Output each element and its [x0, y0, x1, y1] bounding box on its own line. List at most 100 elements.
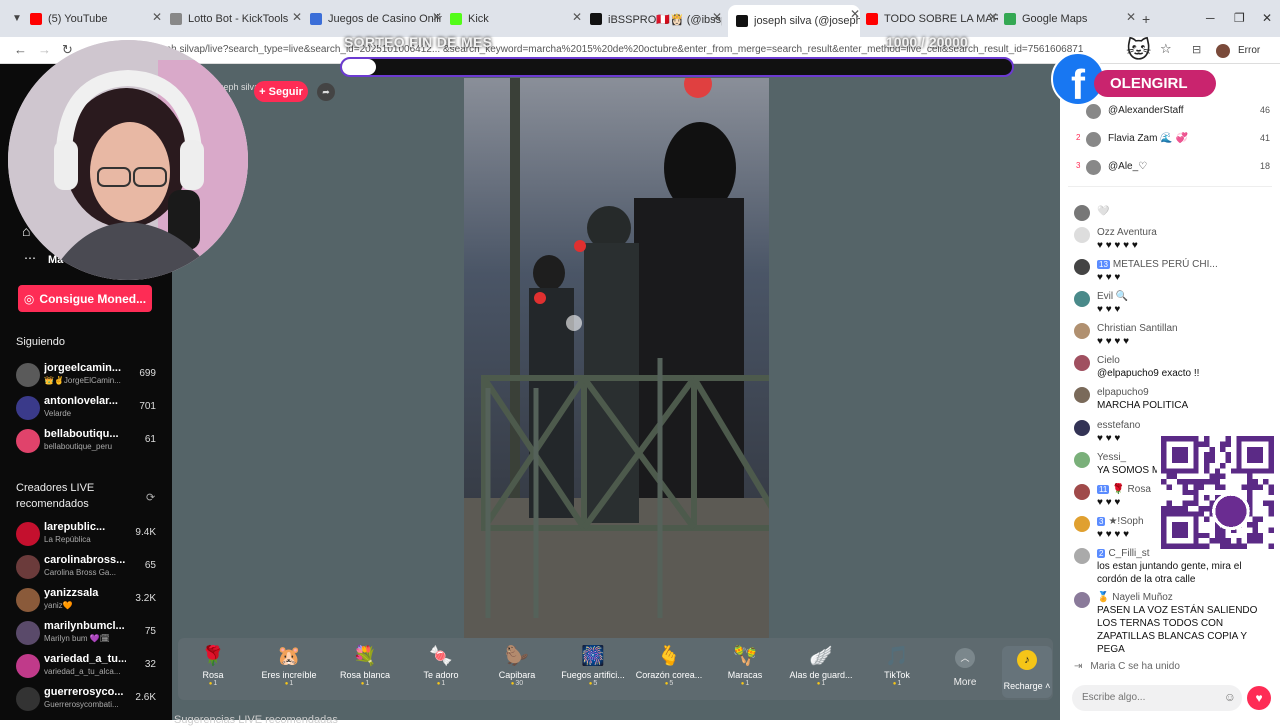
chat-username: Yessi_: [1097, 452, 1126, 463]
chat-input[interactable]: [1082, 692, 1212, 703]
avatar: [16, 588, 40, 612]
goal-progress-fill: [342, 59, 376, 75]
gift-price: 1: [786, 680, 856, 687]
sidebar-account[interactable]: guerrerosyco... Guerrerosycombati... 2.6K: [16, 685, 156, 715]
sidebar-account[interactable]: larepublic... La República 9.4K: [16, 520, 156, 550]
tab-search-icon[interactable]: ▼: [12, 13, 22, 24]
recharge-label: Recharge: [1003, 681, 1043, 691]
recharge-button[interactable]: ♪ Recharge ˄: [1002, 646, 1052, 698]
url-field[interactable]: eph.silvap/live?search_type=live&search_…: [160, 44, 1150, 55]
ranking-row[interactable]: @AlexanderStaff 46: [1074, 102, 1270, 122]
rank-number: 2: [1076, 133, 1081, 142]
tab-close-icon[interactable]: ✕: [292, 10, 302, 24]
bookmark-star-icon[interactable]: ☆: [1160, 41, 1172, 57]
gift-name: Te adoro: [423, 670, 459, 680]
gift-item[interactable]: 🌹 Rosa1: [178, 644, 248, 687]
refresh-icon[interactable]: ⟳: [146, 491, 155, 504]
gift-icon: 🎆: [581, 646, 605, 667]
profile-avatar[interactable]: [1216, 44, 1230, 58]
gift-item[interactable]: 🎆 Fuegos artifici...5: [558, 644, 628, 687]
back-icon[interactable]: ←: [14, 42, 27, 57]
gift-item[interactable]: 🎵 TikTok1: [862, 644, 932, 687]
tab-close-icon[interactable]: ✕: [850, 7, 860, 21]
sidebar-account[interactable]: yanizzsala yaniz🧡 3.2K: [16, 586, 156, 616]
maximize-icon[interactable]: ❐: [1234, 11, 1245, 25]
gift-more-button[interactable]: ︿ More: [948, 648, 982, 688]
goal-progress-bar: [340, 57, 1014, 77]
account-subtitle: bellaboutique_peru: [44, 442, 113, 451]
sidebar-account[interactable]: carolinabross... Carolina Bross Ga... 65: [16, 553, 156, 583]
rank-number: 3: [1076, 161, 1081, 170]
minimize-icon[interactable]: ─: [1206, 11, 1215, 25]
chat-text: ♥ ♥ ♥: [1097, 304, 1121, 315]
chat-username: 13 METALES PERÚ CHI...: [1097, 259, 1218, 270]
viewer-count: 32: [144, 659, 156, 670]
account-name: carolinabross...: [44, 554, 126, 566]
level-badge: 11: [1097, 485, 1110, 494]
live-video[interactable]: [464, 78, 769, 638]
ranking-row[interactable]: 3 @Ale_♡ 18: [1074, 158, 1270, 178]
recommended-title-line1: Creadores LIVE: [16, 482, 95, 494]
cat-mascot-icon: 🐱: [1126, 37, 1152, 64]
new-tab-button[interactable]: +: [1142, 11, 1150, 27]
browser-tab[interactable]: joseph silva (@joseph ✕: [728, 5, 860, 37]
browser-tab[interactable]: Lotto Bot - KickTools ✕: [170, 8, 302, 30]
tiktok-coin-icon: ♪: [1017, 650, 1037, 670]
forward-icon[interactable]: →: [38, 42, 51, 57]
browser-tab[interactable]: Kick ✕: [450, 8, 582, 30]
sidebar-account[interactable]: variedad_a_tu... variedad_a_tu_alca... 32: [16, 652, 156, 682]
gift-item[interactable]: 💐 Rosa blanca1: [330, 644, 400, 687]
gift-name: TikTok: [884, 670, 910, 680]
gift-item[interactable]: 🐹 Eres increíble1: [254, 644, 324, 687]
account-subtitle: yaniz🧡: [44, 601, 73, 610]
join-icon: ⇥: [1074, 661, 1083, 672]
avatar: [1074, 387, 1090, 403]
share-icon[interactable]: ➦: [317, 83, 335, 101]
chat-username: esstefano: [1097, 420, 1140, 431]
tab-close-icon[interactable]: ✕: [1126, 10, 1136, 24]
tab-favicon-icon: [736, 15, 748, 27]
follow-button[interactable]: + Seguir: [254, 81, 308, 102]
get-coins-button[interactable]: ◎ Consigue Moned...: [18, 285, 152, 312]
ranking-row[interactable]: 2 Flavia Zam 🌊 💞 41: [1074, 130, 1270, 150]
gift-item[interactable]: 🍬 Te adoro1: [406, 644, 476, 687]
gift-item[interactable]: 🪇 Maracas1: [710, 644, 780, 687]
gift-name: Alas de guard...: [789, 670, 853, 680]
error-badge[interactable]: Error: [1238, 45, 1260, 56]
extensions-icon[interactable]: ⊟: [1192, 43, 1201, 56]
browser-tab[interactable]: (5) YouTube ✕: [30, 8, 162, 30]
viewer-count: 75: [144, 626, 156, 637]
browser-tab[interactable]: iBSSPRO🇵🇪👸🏻 (@ibsspro✕: [590, 8, 722, 30]
like-heart-button[interactable]: ♥: [1247, 686, 1271, 710]
viewer-count: 3.2K: [135, 593, 156, 604]
close-window-icon[interactable]: ✕: [1262, 11, 1272, 25]
gift-item[interactable]: 🪽 Alas de guard...1: [786, 644, 856, 687]
tab-close-icon[interactable]: ✕: [712, 10, 722, 24]
tab-close-icon[interactable]: ✕: [988, 10, 998, 24]
tab-close-icon[interactable]: ✕: [432, 10, 442, 24]
gift-item[interactable]: 🫰 Corazón corea...5: [634, 644, 704, 687]
gift-item[interactable]: 🦫 Capibara30: [482, 644, 552, 687]
sidebar-account[interactable]: bellaboutiqu... bellaboutique_peru 61: [16, 427, 156, 457]
emoji-icon[interactable]: ☺: [1224, 690, 1236, 704]
tab-title: Lotto Bot - KickTools: [188, 13, 289, 25]
avatar: [1074, 323, 1090, 339]
account-subtitle: Marilyn bum 💜🗓: [44, 634, 110, 643]
sidebar-account[interactable]: jorgeelcamin... 👑✌️JorgeElCamin... 699: [16, 361, 156, 391]
tab-close-icon[interactable]: ✕: [572, 10, 582, 24]
join-notification: ⇥ Maria C se ha unido: [1074, 661, 1180, 672]
tab-favicon-icon: [590, 13, 602, 25]
sidebar-account[interactable]: marilynbumcl... Marilyn bum 💜🗓 75: [16, 619, 156, 649]
chat-username-text: Ozz Aventura: [1097, 227, 1157, 238]
tab-title: Google Maps: [1022, 13, 1088, 25]
chat-input-box[interactable]: ☺: [1072, 685, 1242, 711]
tab-close-icon[interactable]: ✕: [152, 10, 162, 24]
viewer-count: 2.6K: [135, 692, 156, 703]
more-dots-icon[interactable]: ⋯: [24, 251, 36, 265]
sidebar-account[interactable]: antonIovelar... Velarde 701: [16, 394, 156, 424]
tab-title: Juegos de Casino Online |: [328, 13, 442, 25]
browser-tab[interactable]: TODO SOBRE LA MARCHA✕: [866, 8, 998, 30]
chat-text: ♥ ♥ ♥: [1097, 272, 1121, 283]
browser-tab[interactable]: Google Maps ✕: [1004, 8, 1136, 30]
browser-tab[interactable]: Juegos de Casino Online |✕: [310, 8, 442, 30]
